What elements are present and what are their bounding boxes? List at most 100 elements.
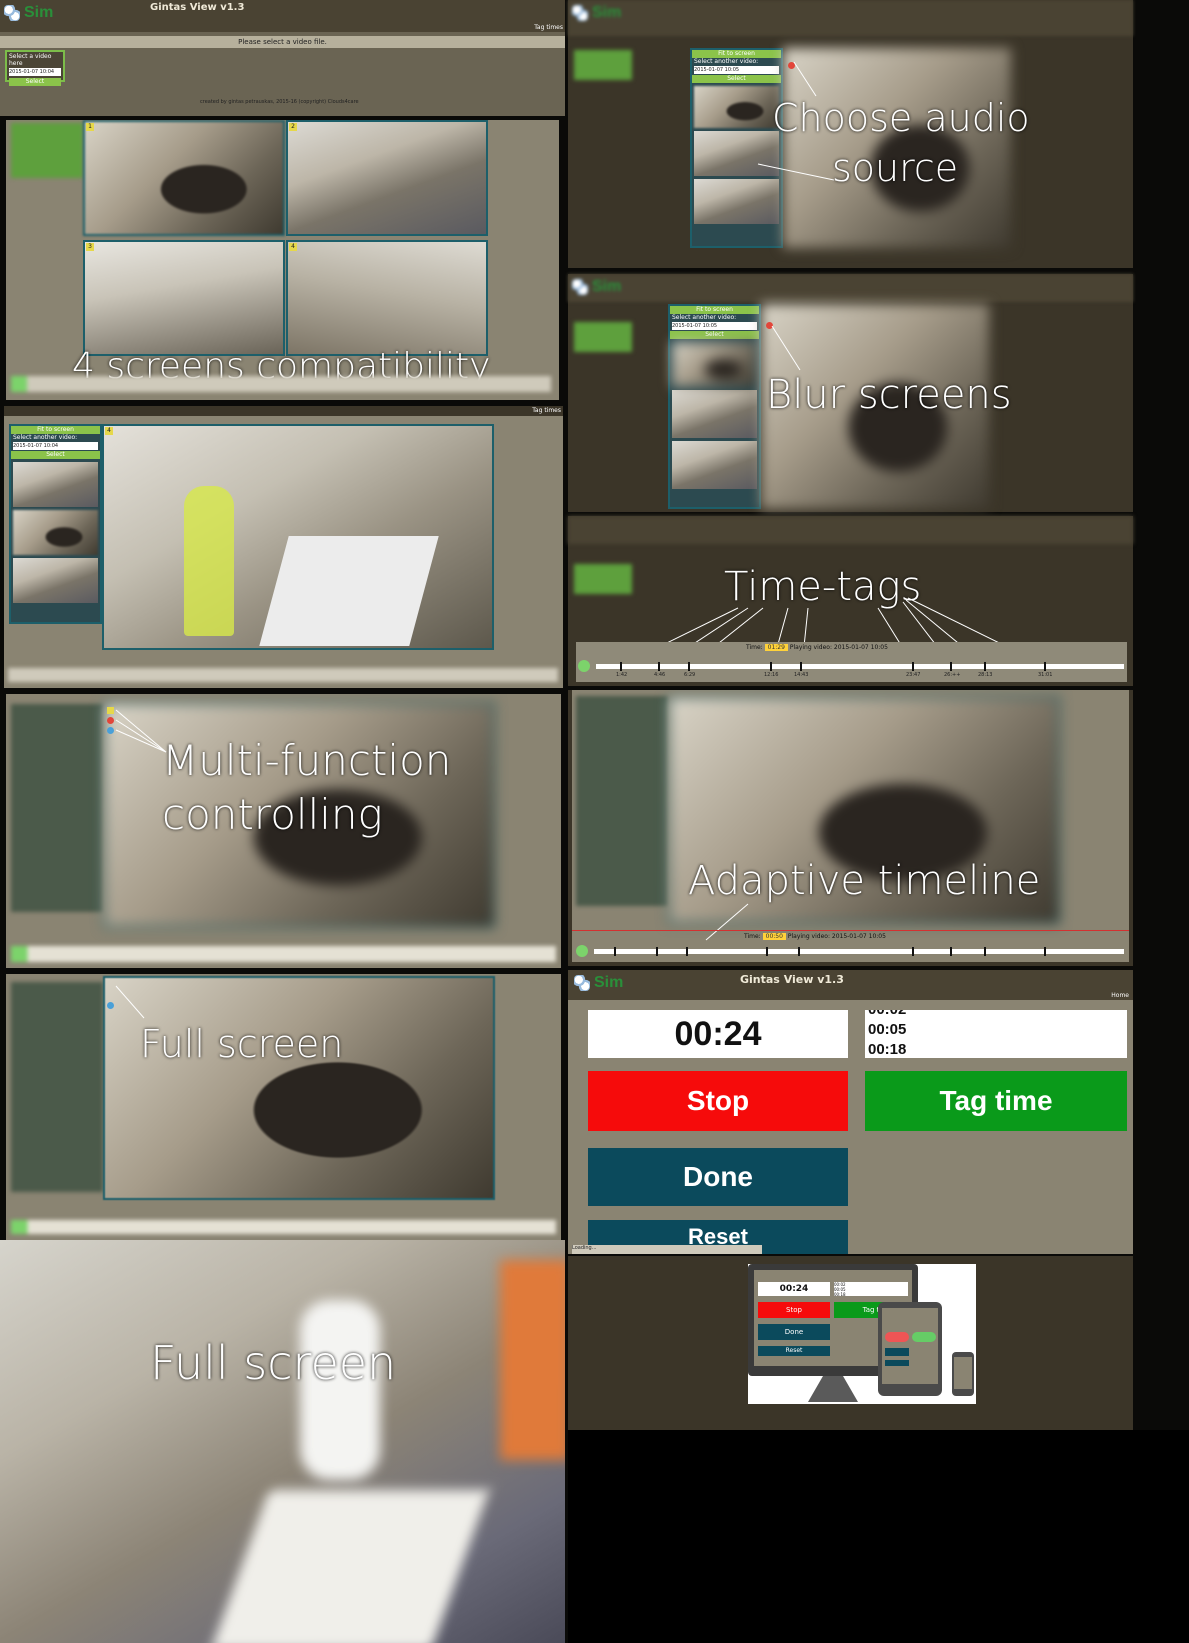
tagger-logo-name: Sim (594, 974, 624, 991)
tablet-device (878, 1302, 942, 1396)
tag-time-list[interactable]: 00:02 00:05 00:18 (865, 1010, 1127, 1058)
select-video-box: Select a video here 2015-01-07 10:04 Sel… (5, 50, 65, 86)
devices-panel: 00:24 00:02 00:05 00:18 Stop Tag t Done … (568, 1256, 1133, 1430)
tablet-green-button[interactable] (912, 1332, 936, 1342)
main-screen[interactable] (102, 424, 494, 650)
caption-choose-audio-1: Choose audio (772, 96, 1030, 140)
caption-fullscreen-big: Full screen (150, 1336, 397, 1390)
adaptive-callout-line (705, 903, 749, 941)
adaptive-tick[interactable] (798, 947, 800, 956)
four-screens-panel: 1 2 3 4 4 screens compatibility (6, 120, 559, 400)
screen-1[interactable] (83, 120, 285, 236)
adaptive-tick[interactable] (766, 947, 768, 956)
sidebar-video-select[interactable]: 2015-01-07 10:04 (13, 442, 98, 450)
adaptive-time-label: Time: (744, 933, 761, 940)
screen-3[interactable] (83, 240, 285, 356)
adaptive-timeline: Time: 00:50 Playing video: 2015-01-07 10… (572, 930, 1129, 960)
thumb-2[interactable] (13, 510, 98, 555)
logo: Sim (4, 4, 53, 22)
thumb-3[interactable] (13, 558, 98, 603)
tag-tick[interactable] (912, 662, 914, 671)
empty-area (568, 1430, 1189, 1643)
adaptive-time-value: 00:50 (762, 933, 786, 940)
tablet-done-button[interactable] (885, 1348, 909, 1356)
fullscreen-big-panel: Full screen (0, 1240, 565, 1643)
tag-times-link-2[interactable]: Tag times (532, 407, 561, 414)
video-select[interactable]: 2015-01-07 10:04 (9, 68, 61, 76)
tag-tick[interactable] (800, 662, 802, 671)
elapsed-clock: 00:24 (588, 1010, 848, 1058)
tagger-logo: Sim (574, 974, 623, 992)
time-label: Time: (746, 644, 763, 651)
fullscreen-orange-wall (500, 1260, 565, 1460)
caption-choose-audio-2: source (832, 146, 959, 190)
screen-number-1: 1 (86, 123, 94, 131)
home-link[interactable]: Home (1111, 992, 1129, 999)
monitor-tag-item: 00:18 (834, 1292, 846, 1297)
tag-tick[interactable] (620, 662, 622, 671)
monitor-stop[interactable]: Stop (758, 1302, 830, 1318)
tablet-red-button[interactable] (885, 1332, 909, 1342)
adaptive-play-button[interactable] (576, 945, 588, 957)
monitor-reset[interactable]: Reset (758, 1346, 830, 1356)
tick-label: 14:43 (794, 672, 809, 678)
app-title: Gintas View v1.3 (150, 2, 245, 13)
footer-note: created by gintas petrauskas, 2015-16 (c… (200, 99, 359, 105)
sidebar-blurred (11, 123, 83, 178)
adaptive-timeline-panel: Adaptive timeline Time: 00:50 Playing vi… (568, 690, 1133, 966)
tick-label: 4:46 (654, 672, 666, 678)
tag-tick[interactable] (688, 662, 690, 671)
fit-to-screen-button[interactable]: Fit to screen (11, 426, 100, 434)
adaptive-tick[interactable] (1044, 947, 1046, 956)
done-button[interactable]: Done (588, 1148, 848, 1206)
timeline-track[interactable] (596, 662, 1124, 671)
app-header: Sim Gintas View v1.3 Tag times (0, 0, 565, 32)
tagger-title: Gintas View v1.3 (740, 973, 844, 986)
tag-times-link[interactable]: Tag times (534, 24, 563, 31)
tablet-reset-button[interactable] (885, 1360, 909, 1366)
prompt-bar: Please select a video file. (0, 36, 565, 48)
select-button[interactable]: Select (9, 78, 61, 86)
adaptive-tick[interactable] (912, 947, 914, 956)
caption-multifunction-1: Multi-function (162, 736, 452, 785)
caption-fullscreen-small: Full screen (140, 1022, 344, 1066)
tag-tick[interactable] (658, 662, 660, 671)
caption-multifunction-2: controlling (162, 790, 383, 839)
adaptive-tick[interactable] (686, 947, 688, 956)
tick-label: 12:16 (764, 672, 779, 678)
adaptive-tick[interactable] (984, 947, 986, 956)
tagger-header: Sim Gintas View v1.3 Home (568, 970, 1133, 1000)
tag-tick[interactable] (950, 662, 952, 671)
bed-figure (259, 536, 439, 646)
fullscreen-person (300, 1300, 380, 1480)
thumb-1[interactable] (13, 462, 98, 507)
tick-label: 26:++ (944, 672, 961, 678)
adaptive-tick[interactable] (614, 947, 616, 956)
phone-screen (954, 1357, 972, 1389)
sidebar-select-button[interactable]: Select (11, 451, 100, 459)
tag-time-item: 00:18 (868, 1041, 907, 1058)
time-value: 01:29 (764, 644, 788, 651)
adaptive-track[interactable] (594, 947, 1124, 956)
tag-tick[interactable] (984, 662, 986, 671)
logo-icon (4, 4, 20, 21)
tick-label: 28:13 (978, 672, 993, 678)
adaptive-status: Time: 00:50 Playing video: 2015-01-07 10… (744, 933, 886, 940)
single-header: Tag times (4, 406, 563, 416)
logo-name: Sim (24, 4, 54, 21)
timeline-blurred-3 (11, 946, 556, 962)
timetags-panel: Time-tags Time: 01:29 Playing video: 201… (568, 516, 1133, 686)
adaptive-tick[interactable] (950, 947, 952, 956)
monitor-done[interactable]: Done (758, 1324, 830, 1340)
tick-label: 23:47 (906, 672, 921, 678)
tagger-panel: Sim Gintas View v1.3 Home 00:24 00:02 00… (568, 970, 1133, 1254)
tag-tick[interactable] (770, 662, 772, 671)
audio-source-panel: Sim Fit to screen Select another video: … (568, 0, 1133, 268)
screen-4[interactable] (286, 240, 488, 356)
play-button[interactable] (578, 660, 590, 672)
tag-time-button[interactable]: Tag time (865, 1071, 1127, 1131)
stop-button[interactable]: Stop (588, 1071, 848, 1131)
screen-2[interactable] (286, 120, 488, 236)
adaptive-tick[interactable] (656, 947, 658, 956)
tag-tick[interactable] (1044, 662, 1046, 671)
